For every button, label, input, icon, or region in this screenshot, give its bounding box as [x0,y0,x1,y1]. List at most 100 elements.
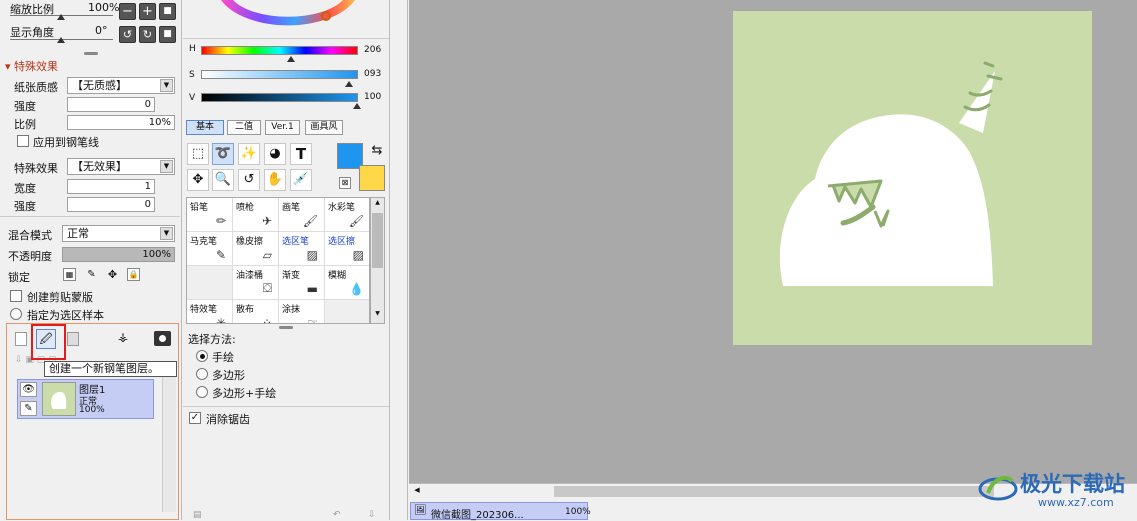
panel-splitter[interactable] [279,326,293,329]
rotate-right-button[interactable]: ↻ [139,26,156,43]
strength2-label: 强度 [14,200,36,213]
brush-cell[interactable]: 橡皮擦 ▱ [233,232,279,266]
scale-field[interactable]: 10% [67,115,175,130]
effects-section-title[interactable]: ▾ 特殊效果 [5,58,58,74]
hscroll-thumb[interactable] [554,486,994,497]
freehand-radio[interactable] [196,350,208,362]
secondary-color-swatch[interactable] [359,165,385,191]
layer-item-1[interactable]: 👁 ✎ 图层1 正常 100% [17,379,154,419]
smudge-icon: ☞ [307,316,318,324]
text-tool[interactable]: T [290,143,312,165]
brush-cell[interactable]: 水彩笔 🖌 [325,198,369,232]
panel-splitter[interactable] [84,52,98,55]
new-layer-button[interactable] [15,332,27,346]
pen-edit-icon[interactable]: ✎ [20,401,37,416]
layer-transform-icon[interactable]: ⚶ [115,330,131,346]
saturation-slider-handle[interactable] [345,81,353,87]
blend-mode-dropdown[interactable]: 正常 ▼ [62,225,175,242]
scroll-left-icon[interactable]: ◀ [411,486,423,497]
brush-cell[interactable]: 特效笔 ✳ [187,300,233,323]
brush-name: 橡皮擦 [236,237,264,247]
brush-cell[interactable]: 铅笔 ✏ [187,198,233,232]
clip-mask-checkbox[interactable] [10,290,22,302]
brush-scrollbar[interactable]: ▲ ▼ [370,197,385,324]
paper-texture-dropdown[interactable]: 【无质感】 ▼ [67,77,175,94]
lock-move-icon[interactable]: ✥ [106,268,119,281]
new-folder-button[interactable] [67,332,79,346]
polygon-freehand-radio[interactable] [196,386,208,398]
selection-sample-radio[interactable] [10,308,22,320]
eyedropper-tool[interactable]: 💉 [290,169,312,191]
width-field[interactable]: 1 [67,179,155,194]
workspace[interactable] [409,0,1137,483]
zoom-tool[interactable]: 🔍 [212,169,234,191]
brush-cell[interactable]: 马克笔 ✎ [187,232,233,266]
hand-tool[interactable]: ✋ [264,169,286,191]
apply-pen-checkbox[interactable] [17,135,29,147]
brush-cell[interactable]: 渐变 ▬ [279,266,325,300]
brush-cell[interactable]: 画笔 🖌 [279,198,325,232]
save-icon[interactable]: ⇩ [368,510,380,520]
panel-separator[interactable] [391,0,408,520]
canvas[interactable] [733,11,1092,345]
zoom-reset-button[interactable]: ■ [159,3,176,20]
zoom-out-button[interactable]: − [119,3,136,20]
brush-cell[interactable]: 选区笔 ▨ [279,232,325,266]
rotate-left-button[interactable]: ↺ [119,26,136,43]
lock-draw-icon[interactable]: ✎ [85,268,98,281]
hue-slider[interactable] [201,46,358,55]
lock-all-icon[interactable]: 🔒 [127,268,140,281]
brush-cell[interactable]: 涂抹 ☞ [279,300,325,324]
bottom-icon[interactable]: ▤ [193,510,205,520]
undo-icon[interactable]: ↶ [333,510,345,520]
layer-scrollbar[interactable] [162,377,176,512]
brush-cell[interactable]: 选区擦 ▨ [325,232,369,266]
scroll-down-icon[interactable]: ▼ [372,310,383,321]
magic-wand-tool[interactable]: ✨ [238,143,260,165]
swap-colors-icon[interactable]: ⇆ [369,143,385,159]
antialias-checkbox[interactable]: ✓ [189,412,201,424]
pencil-icon: ✏ [215,214,226,228]
strength-field[interactable]: 0 [67,97,155,112]
lock-transparency-icon[interactable]: ▦ [63,268,76,281]
apply-pen-label: 应用到钢笔线 [33,136,99,149]
rect-select-tool[interactable]: ⬚ [187,143,209,165]
tab-painter[interactable]: 画具风 [305,120,343,135]
tab-ver1[interactable]: Ver.1 [265,120,300,135]
lasso-tool[interactable]: ➰ [212,143,234,165]
shape-tool[interactable]: ◕ [264,143,286,165]
transparent-color-icon[interactable]: ⊠ [339,177,351,189]
scroll-thumb[interactable] [372,213,383,268]
scroll-up-icon[interactable]: ▲ [372,199,383,210]
hue-slider-handle[interactable] [287,56,295,62]
brush-cell[interactable]: 模糊 💧 [325,266,369,300]
brush-cell[interactable]: 喷枪 ✈ [233,198,279,232]
zoom-slider-handle[interactable] [57,14,65,20]
effect-dropdown[interactable]: 【无效果】 ▼ [67,158,175,175]
strength2-field[interactable]: 0 [67,197,155,212]
layer-mask-button[interactable] [154,331,171,346]
angle-slider-handle[interactable] [57,37,65,43]
zoom-in-button[interactable]: + [139,3,156,20]
document-tab[interactable]: 🖼 微信截图_202306... 100% [410,502,591,521]
opacity-bar[interactable]: 100% [62,247,175,262]
rotate-tool[interactable]: ↺ [238,169,260,191]
polygon-radio[interactable] [196,368,208,380]
value-slider-handle[interactable] [353,103,361,109]
tab-basic[interactable]: 基本 [186,120,224,135]
brush-name: 马克笔 [190,237,218,247]
color-wheel[interactable] [213,0,363,34]
value-slider[interactable] [201,93,358,102]
tab-binary[interactable]: 二值 [227,120,261,135]
brush-cell[interactable]: 散布 ⁘ [233,300,279,323]
saturation-slider[interactable] [201,70,358,79]
brush-cell[interactable]: 油漆桶 ⛋ [233,266,279,300]
canvas-drawing [779,61,1003,287]
angle-label: 显示角度 [10,26,54,39]
rotate-reset-button[interactable]: ■ [159,26,176,43]
move-tool[interactable]: ✥ [187,169,209,191]
chevron-down-icon: ▼ [160,79,173,92]
eye-icon[interactable]: 👁 [20,382,37,397]
mask-circle-icon [159,335,166,342]
brush-name: 水彩笔 [328,203,356,213]
